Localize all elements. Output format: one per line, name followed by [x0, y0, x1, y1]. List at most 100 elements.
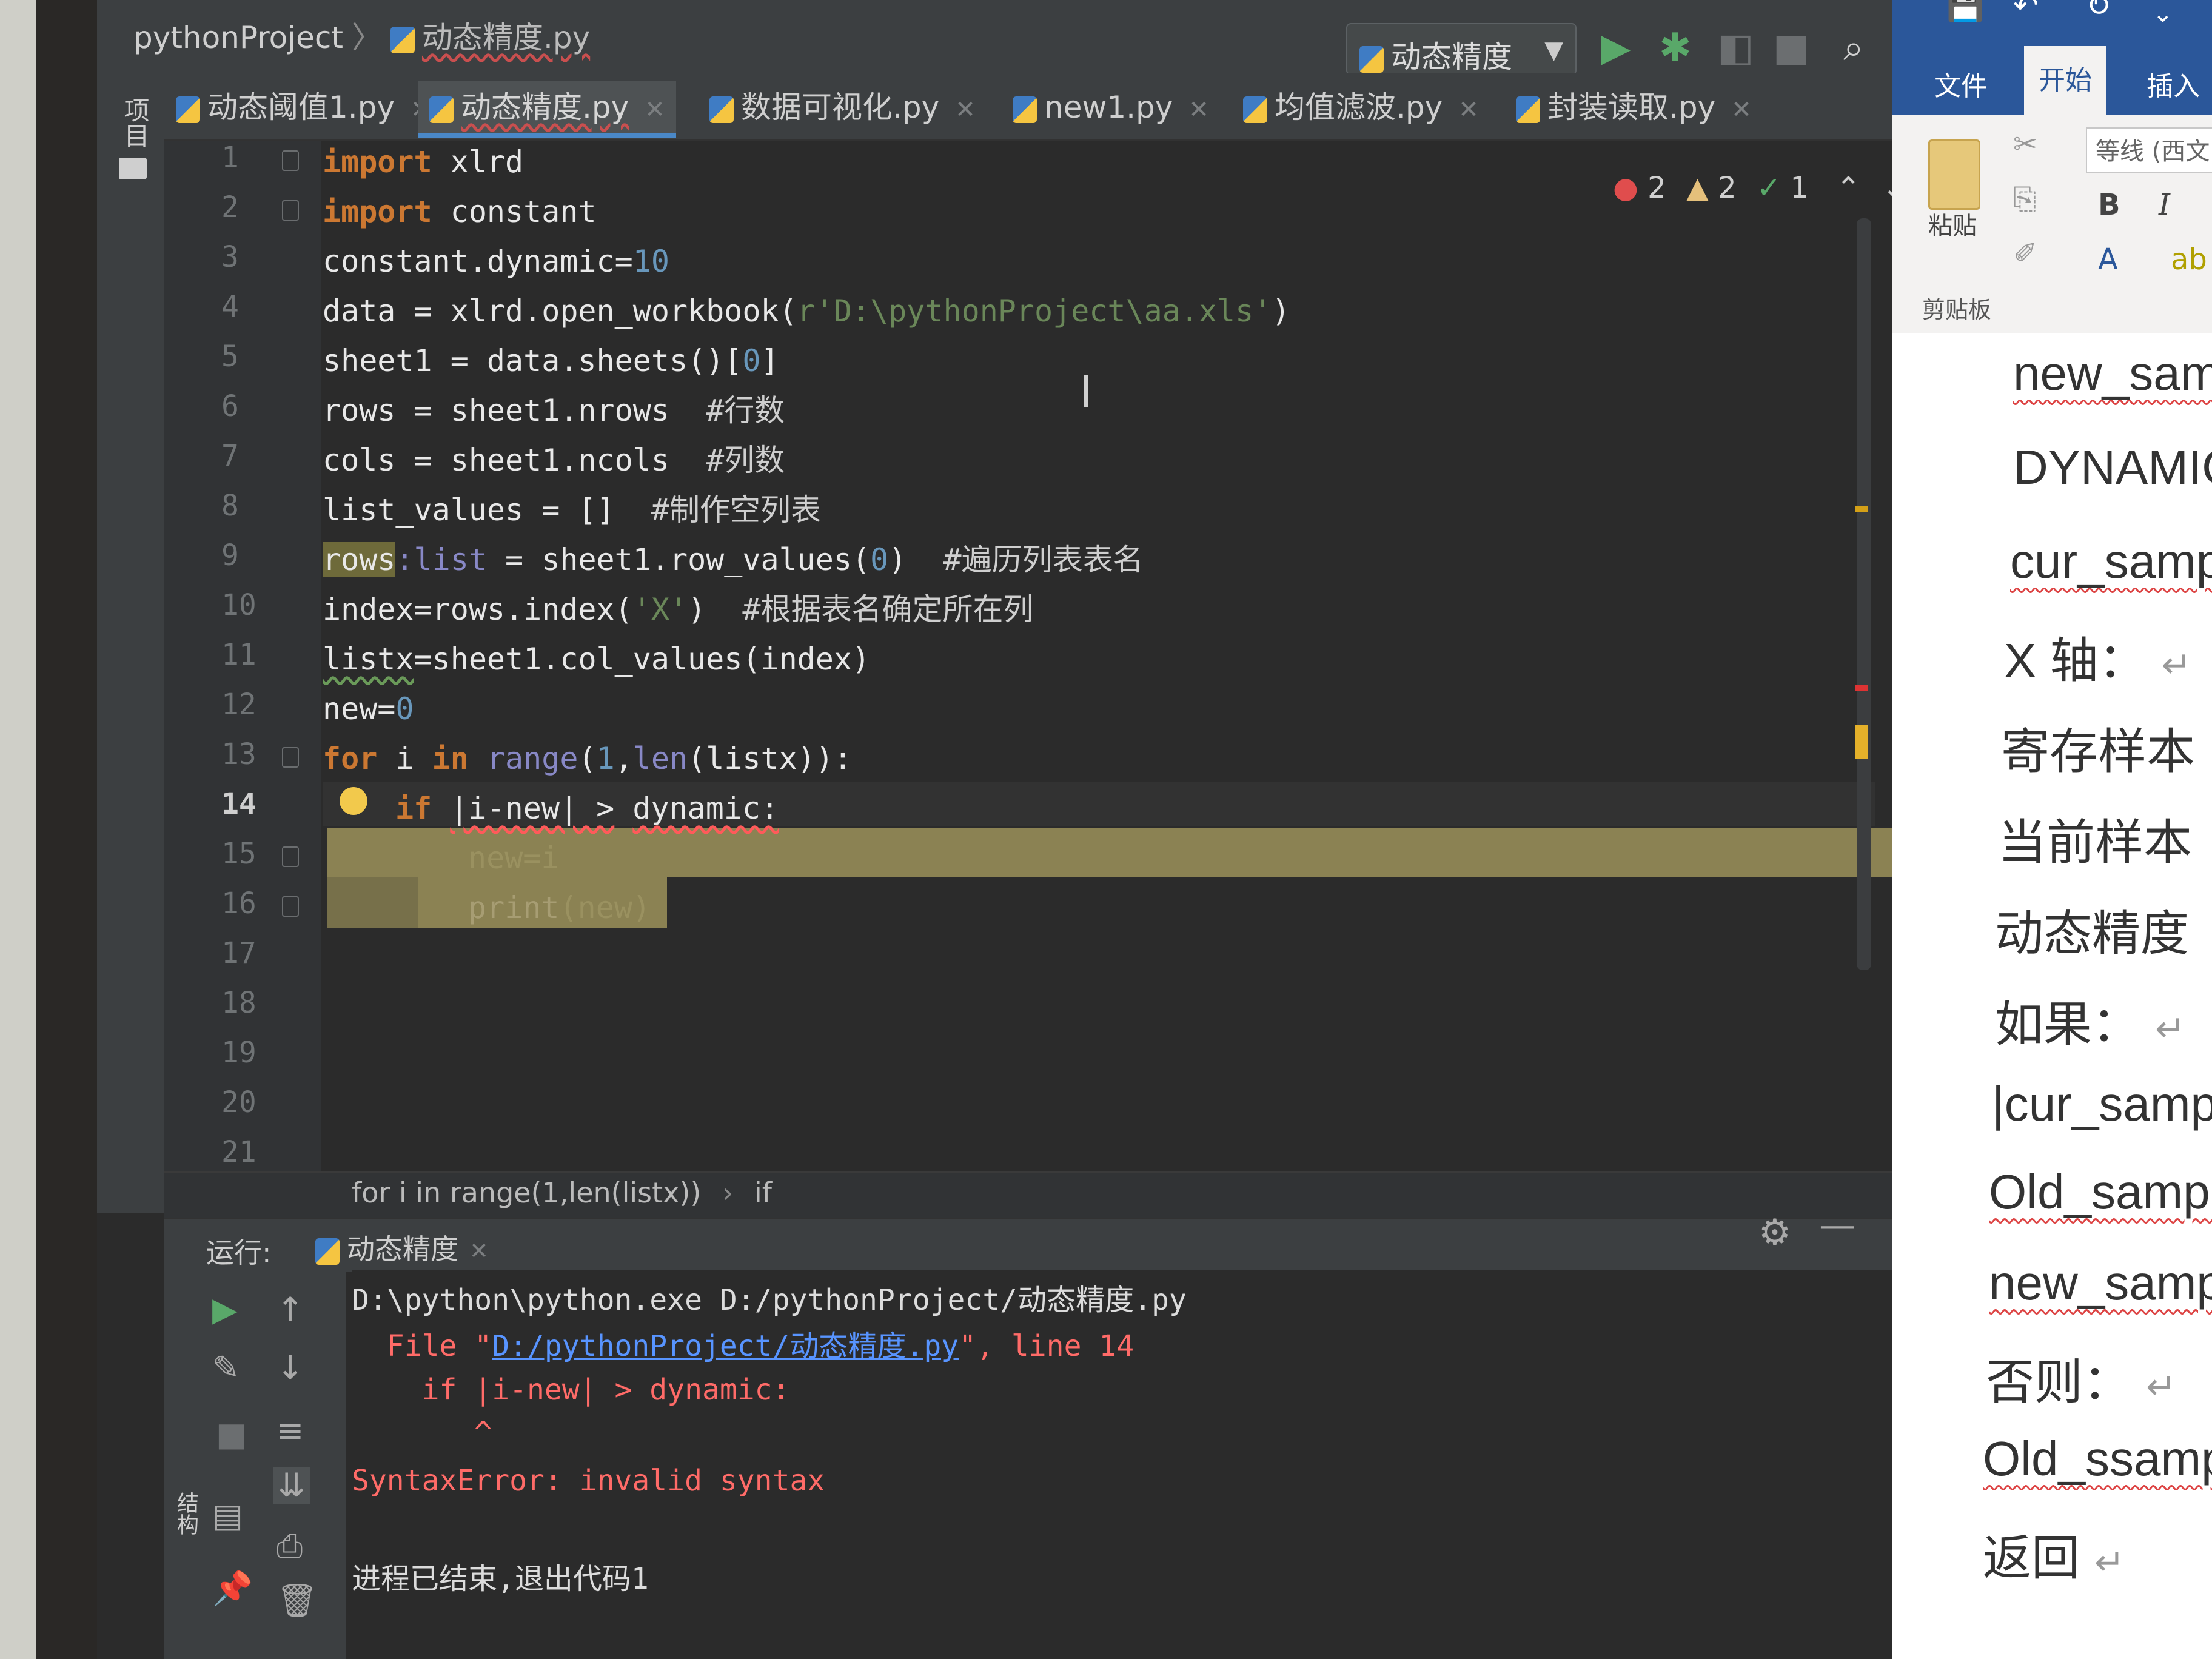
run-configuration-select[interactable]: 动态精度 ▼ — [1346, 23, 1577, 75]
debug-bug-icon[interactable]: ✱ — [1659, 27, 1692, 69]
fold-marker[interactable] — [282, 896, 299, 917]
soft-wrap-icon[interactable]: ≡ — [276, 1413, 304, 1449]
tab-home[interactable]: 开始 — [2024, 46, 2106, 115]
fold-marker[interactable] — [282, 846, 299, 867]
editor-scrollbar[interactable] — [1857, 218, 1871, 970]
nav-breadcrumb[interactable]: pythonProject 〉 动态精度.py — [133, 13, 590, 57]
run-console[interactable]: D:\python\python.exe D:/pythonProject/动态… — [352, 1270, 1892, 1659]
copy-icon[interactable]: ⎘ — [2013, 182, 2036, 216]
tab-label: new1.py — [1044, 90, 1173, 125]
coverage-icon[interactable]: ◧ — [1717, 27, 1754, 69]
tab-insert[interactable]: 插入 — [2147, 58, 2200, 115]
stop-icon[interactable]: ■ — [216, 1416, 247, 1453]
print-icon[interactable]: ⎙ — [276, 1528, 303, 1564]
close-icon[interactable]: ✕ — [955, 96, 976, 124]
format-painter-icon[interactable]: ✐ — [2013, 236, 2037, 270]
breadcrumb-item[interactable]: for i in range(1,len(listx)) — [352, 1176, 701, 1209]
chevron-up-icon[interactable]: ⌃ — [1836, 171, 1860, 205]
warning-stripe[interactable] — [1855, 506, 1868, 512]
run-tab[interactable]: 动态精度 ✕ — [315, 1227, 489, 1267]
arrow-up-icon[interactable]: ↑ — [276, 1292, 304, 1328]
layout-icon[interactable]: ▤ — [212, 1498, 243, 1534]
python-file-icon — [429, 96, 454, 123]
code-breadcrumb[interactable]: for i in range(1,len(listx)) › if — [352, 1176, 772, 1209]
highlight-icon[interactable]: ab — [2171, 243, 2207, 276]
close-icon[interactable]: ✕ — [1731, 96, 1752, 124]
code-text: ( — [578, 741, 597, 776]
tab-mean-filter[interactable]: 均值滤波.py ✕ — [1243, 81, 1479, 133]
run-icon[interactable]: ▶ — [1601, 27, 1631, 69]
redo-icon[interactable]: ↻ — [2086, 0, 2111, 23]
wrench-icon[interactable]: ✎ — [212, 1350, 240, 1386]
close-icon[interactable]: ✕ — [1188, 96, 1209, 124]
code-text: constant.dynamic= — [323, 244, 633, 279]
tab-file[interactable]: 文件 — [1934, 58, 1988, 115]
customize-icon[interactable]: ⌄ — [2153, 0, 2173, 28]
tab-new1[interactable]: new1.py ✕ — [1013, 81, 1209, 133]
background-wall — [0, 0, 36, 1659]
code-editor[interactable]: import xlrd import constant constant.dyn… — [323, 141, 1875, 1171]
text-cursor-icon: I — [1079, 366, 1093, 417]
minimize-icon[interactable]: — — [1819, 1204, 1855, 1247]
string-literal: 'X' — [632, 592, 688, 627]
close-icon[interactable]: ✕ — [645, 96, 665, 124]
arrow-down-icon[interactable]: ↓ — [276, 1350, 304, 1386]
typo-highlight: listx — [323, 642, 414, 677]
trash-icon[interactable]: 🗑 — [276, 1583, 318, 1619]
breadcrumb-item[interactable]: if — [754, 1176, 772, 1209]
cut-icon[interactable]: ✂ — [2013, 127, 2037, 161]
paste-button[interactable]: 粘贴 — [1928, 206, 1977, 241]
breadcrumb-separator: › — [722, 1176, 734, 1209]
console-traceback-file: File "D:/pythonProject/动态精度.py", line 14 — [352, 1322, 1134, 1364]
tab-dynamic-precision[interactable]: 动态精度.py ✕ — [418, 81, 676, 138]
document-page[interactable]: new_sam DYNAMIC cur_samp X 轴： ↵ 寄存样本 当前样本… — [1892, 333, 2212, 1659]
ribbon-home: 粘贴 ✂ ⎘ ✐ 剪贴板 等线 (西文 B I A ab — [1892, 115, 2212, 335]
error-stripe[interactable] — [1855, 685, 1868, 691]
code-area[interactable]: import xlrd import constant constant.dyn… — [323, 141, 1290, 925]
line-number: 8 — [221, 489, 239, 523]
scroll-to-end-icon[interactable]: ⇊ — [273, 1467, 310, 1504]
chevron-down-icon[interactable]: ⌄ — [1882, 171, 1892, 205]
highlight-stripe[interactable] — [1855, 725, 1868, 759]
doc-text: 如果： — [1995, 997, 2140, 1051]
code-text: index=rows.index( — [323, 592, 633, 627]
close-icon[interactable]: ✕ — [469, 1238, 489, 1264]
inspection-widget[interactable]: ● 2 ▲ 2 ✓ 1 ⌃ ⌄ — [1613, 171, 1892, 213]
search-icon[interactable]: ⌕ — [1843, 27, 1864, 69]
fold-marker[interactable] — [282, 150, 299, 171]
structure-tool-button[interactable]: 结构 — [170, 1492, 201, 1535]
line-number: 20 — [221, 1085, 256, 1119]
line-number: 11 — [221, 638, 256, 672]
syntax-error: dynamic: — [632, 791, 779, 826]
italic-button[interactable]: I — [2159, 188, 2170, 222]
builtin: print — [468, 890, 560, 925]
tab-wrapped-read[interactable]: 封装读取.py ✕ — [1516, 81, 1752, 133]
project-name[interactable]: pythonProject — [133, 20, 343, 55]
stop-icon[interactable]: ■ — [1773, 27, 1809, 69]
line-number: 4 — [221, 290, 239, 324]
fold-marker[interactable] — [282, 747, 299, 768]
bold-button[interactable]: B — [2098, 188, 2120, 222]
close-icon[interactable]: ✕ — [1458, 96, 1479, 124]
pin-icon[interactable]: 📌 — [212, 1570, 253, 1607]
python-file-icon — [390, 26, 415, 53]
rerun-icon[interactable]: ▶ — [212, 1292, 238, 1328]
paste-icon[interactable] — [1928, 139, 1980, 210]
undo-icon[interactable]: ↶ — [2013, 0, 2039, 23]
tab-dynamic-threshold[interactable]: 动态阈值1.py✕ — [176, 81, 431, 133]
fold-marker[interactable] — [282, 200, 299, 221]
save-icon[interactable]: 💾 — [1946, 0, 1984, 24]
word-window: 💾 ↶ ↻ ⌄ 文件 开始 插入 粘贴 ✂ ⎘ ✐ 剪贴板 等线 (西文 B I… — [1892, 0, 2212, 1659]
file-link[interactable]: D:/pythonProject/动态精度.py — [492, 1329, 959, 1363]
gear-icon[interactable]: ⚙ — [1758, 1212, 1791, 1254]
folder-icon[interactable] — [119, 158, 147, 179]
python-file-icon — [1243, 96, 1267, 123]
current-file-name[interactable]: 动态精度.py — [422, 20, 590, 55]
font-name-input[interactable]: 等线 (西文 — [2086, 127, 2212, 173]
code-line-6: rows = sheet1.nrows #行数 — [323, 389, 785, 432]
project-tool-button[interactable]: 项目 — [116, 97, 153, 148]
tab-data-visualization[interactable]: 数据可视化.py ✕ — [709, 81, 976, 133]
font-color-icon[interactable]: A — [2098, 243, 2118, 276]
code-text: ) — [888, 542, 943, 577]
console-text: ", line 14 — [959, 1329, 1134, 1363]
